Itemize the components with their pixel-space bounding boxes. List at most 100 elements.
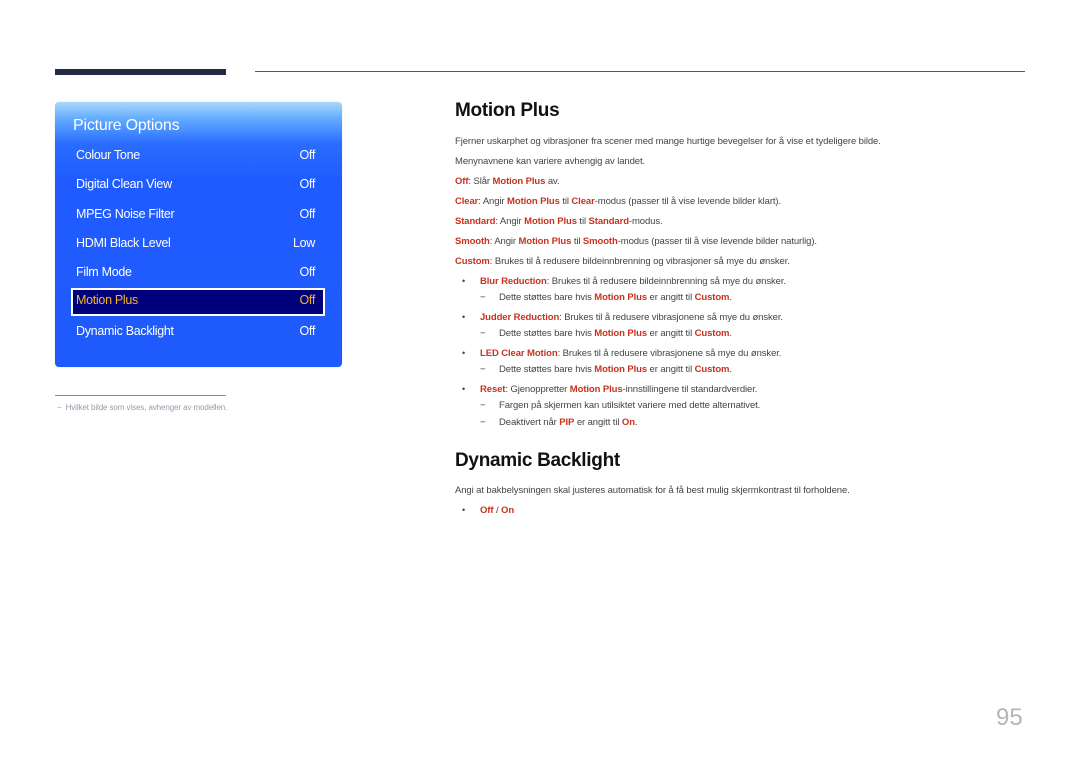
bullet-icon: • xyxy=(462,348,466,358)
menu-item-value: Off xyxy=(299,177,315,191)
text: . xyxy=(729,292,732,303)
text: -modus (passer til å vise levende bilder… xyxy=(617,236,817,247)
text: . xyxy=(729,364,732,375)
text: . xyxy=(729,328,732,339)
header-bar-accent xyxy=(55,69,226,75)
ref: Motion Plus xyxy=(524,216,577,227)
sub-option-reset: Reset: Gjenoppretter Motion Plus-innstil… xyxy=(480,384,757,395)
footnote: − Hvilket bilde som vises, avhenger av mo… xyxy=(57,403,227,412)
menu-item-dynamic-backlight[interactable]: Dynamic Backlight Off xyxy=(71,319,325,344)
ref: Motion Plus xyxy=(594,328,648,339)
sub-option-blur-reduction: Blur Reduction: Brukes til å redusere bi… xyxy=(480,276,786,287)
term: Judder Reduction xyxy=(480,312,560,323)
ref: PIP xyxy=(559,417,575,428)
term: Clear xyxy=(455,196,479,207)
dynamic-backlight-intro: Angi at bakbelysningen skal justeres aut… xyxy=(455,485,850,496)
separator: / xyxy=(493,505,502,516)
bullet-icon: • xyxy=(462,276,466,286)
option-standard: Standard: Angir Motion Plus til Standard… xyxy=(455,216,663,227)
text: : Slår xyxy=(468,176,493,187)
ref: Motion Plus xyxy=(518,236,572,247)
option-on: On xyxy=(501,505,515,516)
mode: Standard xyxy=(588,216,629,227)
text: -innstillingene til standardverdier. xyxy=(622,384,758,395)
reset-note-pip: Deaktivert når PIP er angitt til On. xyxy=(499,417,638,428)
text: : Angir xyxy=(489,236,519,247)
menu-item-value: Off xyxy=(299,324,315,338)
custom-note: Dette støttes bare hvis Motion Plus er a… xyxy=(499,364,732,375)
menu-item-label: Motion Plus xyxy=(76,293,139,307)
text: : Brukes til å redusere vibrasjonene så … xyxy=(559,312,783,323)
bullet-icon: • xyxy=(462,384,466,394)
mode: Custom xyxy=(694,364,730,375)
menu-item-motion-plus[interactable]: Motion Plus Off xyxy=(71,288,325,316)
term: Reset xyxy=(480,384,506,395)
menu-item-value: Off xyxy=(299,207,315,221)
menu-item-digital-clean-view[interactable]: Digital Clean View Off xyxy=(71,172,325,197)
text: : Gjenoppretter xyxy=(505,384,570,395)
text: er angitt til xyxy=(647,292,695,303)
custom-note: Dette støttes bare hvis Motion Plus er a… xyxy=(499,328,732,339)
text: er angitt til xyxy=(647,364,695,375)
dynamic-backlight-options: Off / On xyxy=(480,505,514,516)
option-smooth: Smooth: Angir Motion Plus til Smooth-mod… xyxy=(455,236,817,247)
page-number: 95 xyxy=(996,704,1023,731)
panel-title: Picture Options xyxy=(73,117,180,134)
text: Dette støttes bare hvis xyxy=(499,292,595,303)
text: er angitt til xyxy=(647,328,695,339)
header-rule xyxy=(255,71,1025,72)
menu-item-colour-tone[interactable]: Colour Tone Off xyxy=(71,143,325,168)
text: : Angir xyxy=(495,216,525,227)
dash-icon: − xyxy=(480,328,486,339)
option-clear: Clear: Angir Motion Plus til Clear-modus… xyxy=(455,196,781,207)
motion-plus-intro: Fjerner uskarphet og vibrasjoner fra sce… xyxy=(455,136,881,147)
text: : Brukes til å redusere bildeinnbrenning… xyxy=(546,276,786,287)
mode: Custom xyxy=(694,328,730,339)
menu-item-label: MPEG Noise Filter xyxy=(76,207,175,221)
dash-icon: − xyxy=(480,400,486,411)
text: : Brukes til å redusere bildeinnbrenning… xyxy=(489,256,790,267)
term: Custom xyxy=(455,256,490,267)
text: . xyxy=(634,417,638,428)
sub-option-judder-reduction: Judder Reduction: Brukes til å redusere … xyxy=(480,312,783,323)
term: Off xyxy=(455,176,469,187)
option-off: Off xyxy=(480,505,494,516)
text: Dette støttes bare hvis xyxy=(499,364,595,375)
menu-item-mpeg-noise-filter[interactable]: MPEG Noise Filter Off xyxy=(71,202,325,227)
option-custom: Custom: Brukes til å redusere bildeinnbr… xyxy=(455,256,790,267)
menu-item-value: Off xyxy=(299,293,315,307)
text: av. xyxy=(545,176,560,187)
mode: Clear xyxy=(571,196,595,207)
motion-plus-note: Menynavnene kan variere avhengig av land… xyxy=(455,156,646,167)
text: : Brukes til å redusere vibrasjonene så … xyxy=(557,348,782,359)
ref: Motion Plus xyxy=(507,196,560,207)
dash-icon: − xyxy=(480,292,486,303)
term: Blur Reduction xyxy=(480,276,547,287)
term: Standard xyxy=(455,216,496,227)
option-off: Off: Slår Motion Plus av. xyxy=(455,176,560,187)
menu-item-label: HDMI Black Level xyxy=(76,236,171,250)
dash-icon: − xyxy=(480,364,486,375)
menu-item-label: Digital Clean View xyxy=(76,177,172,191)
section-title-motion-plus: Motion Plus xyxy=(455,100,560,121)
menu-item-film-mode[interactable]: Film Mode Off xyxy=(71,260,325,285)
custom-note: Dette støttes bare hvis Motion Plus er a… xyxy=(499,292,732,303)
text: Dette støttes bare hvis xyxy=(499,328,595,339)
menu-item-hdmi-black-level[interactable]: HDMI Black Level Low xyxy=(71,231,325,256)
dash-marker: − xyxy=(57,403,62,412)
footnote-text: Hvilket bilde som vises, avhenger av mod… xyxy=(65,403,228,412)
text: til xyxy=(576,216,589,227)
menu-item-value: Low xyxy=(292,236,315,250)
sub-option-led-clear-motion: LED Clear Motion: Brukes til å redusere … xyxy=(480,348,781,359)
menu-item-value: Off xyxy=(299,265,315,279)
text: til xyxy=(571,236,583,247)
ref: Motion Plus xyxy=(569,384,623,395)
mode: Smooth xyxy=(582,236,618,247)
mode: Custom xyxy=(694,292,730,303)
section-title-dynamic-backlight: Dynamic Backlight xyxy=(455,450,620,471)
picture-options-panel: Picture Options Colour Tone Off Digital … xyxy=(55,102,342,367)
term: LED Clear Motion xyxy=(480,348,558,359)
text: -modus (passer til å vise levende bilder… xyxy=(594,196,782,207)
footnote-divider xyxy=(55,395,226,396)
dash-icon: − xyxy=(480,417,486,428)
